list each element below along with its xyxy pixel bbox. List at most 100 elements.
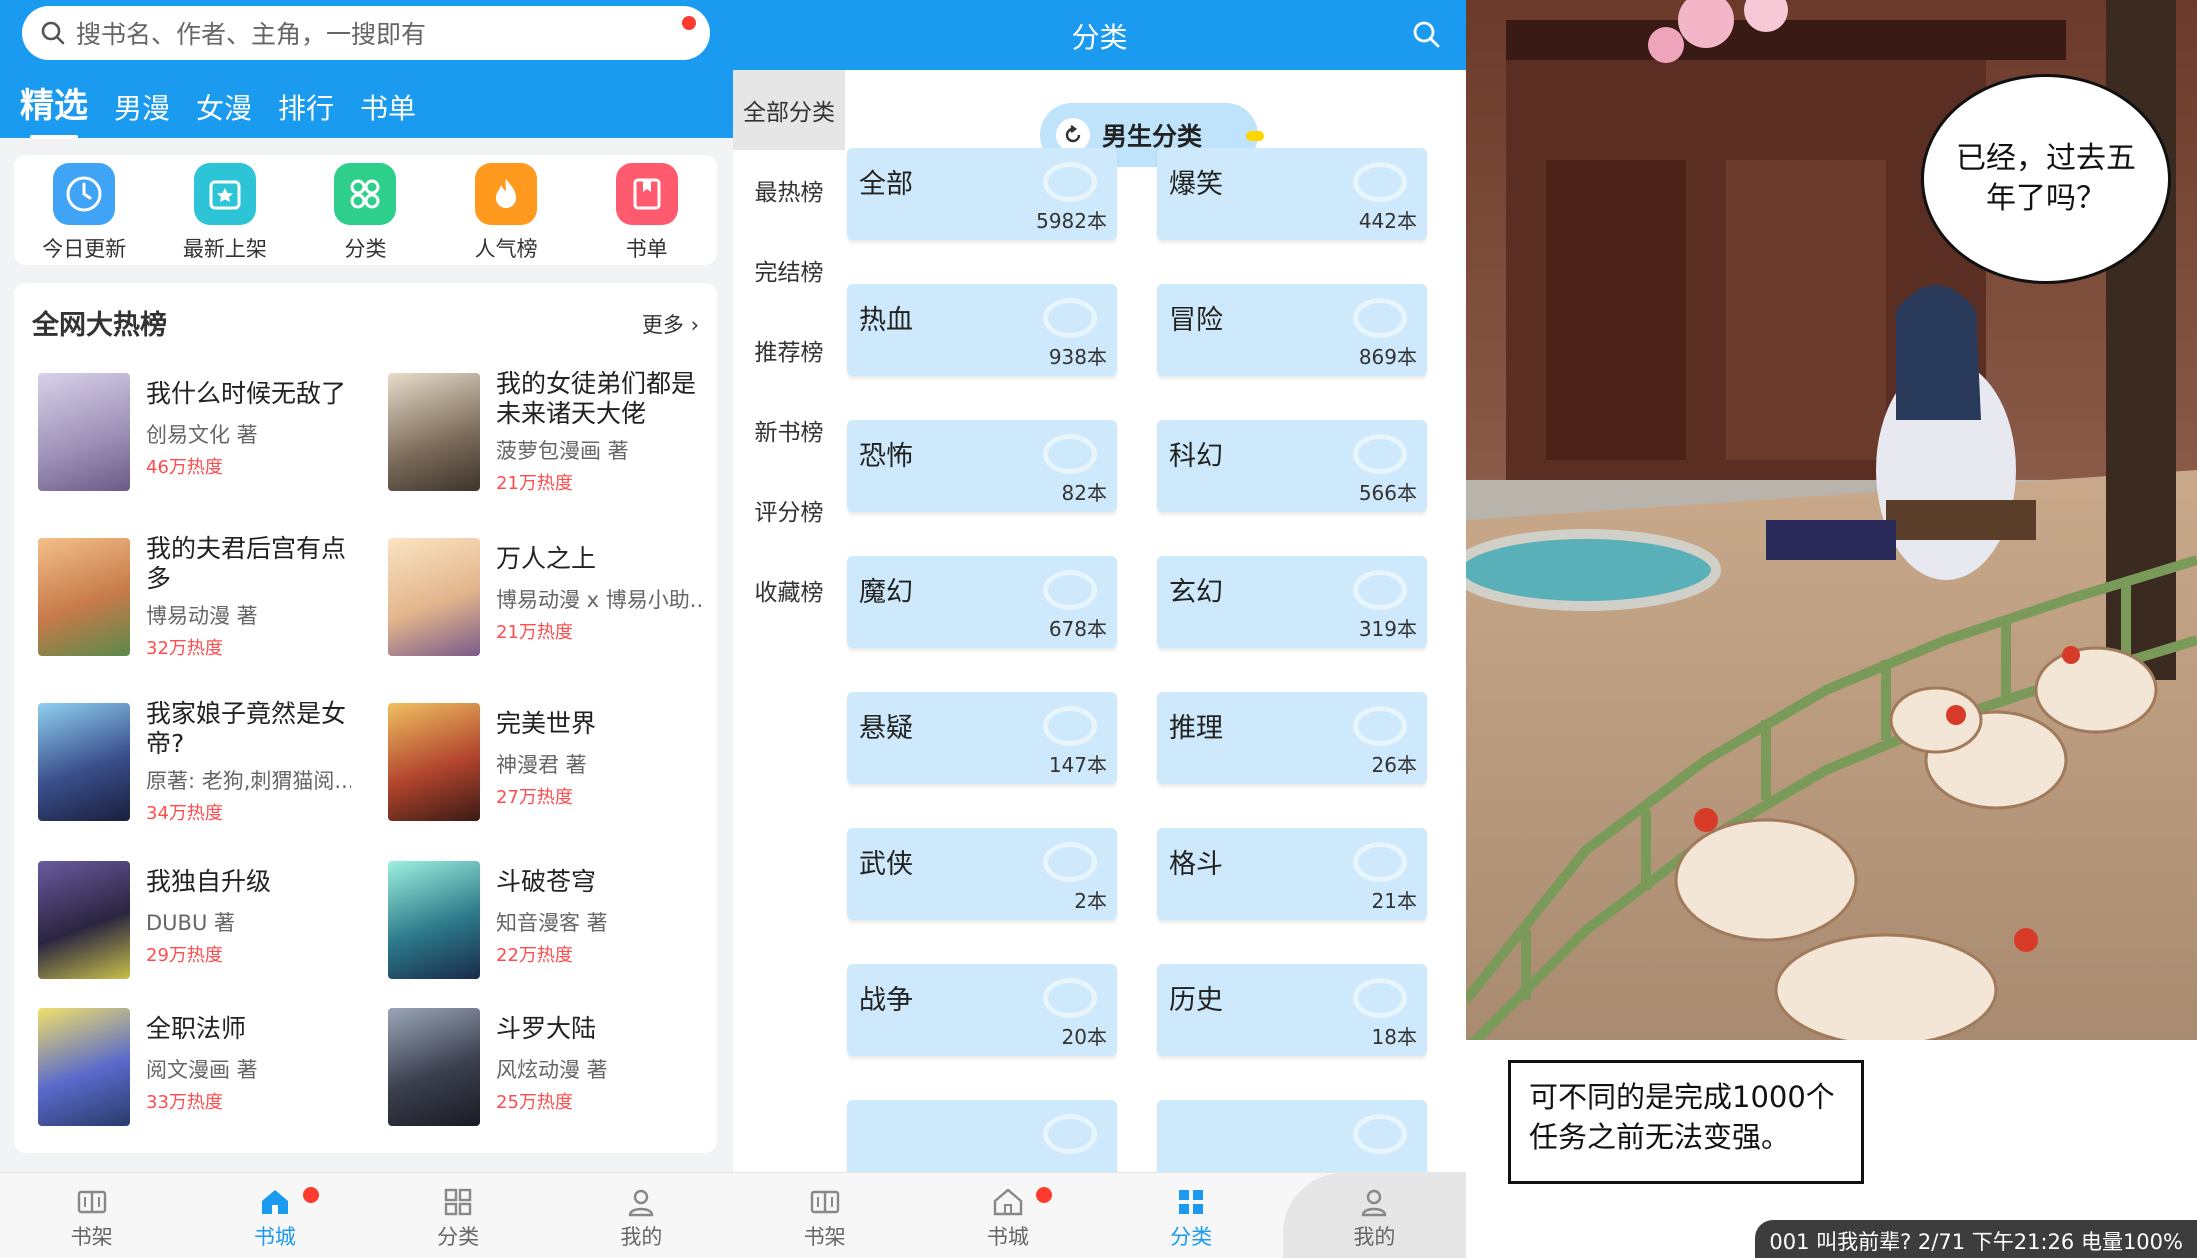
search-icon[interactable]	[1410, 18, 1442, 50]
quick-label: 今日更新	[42, 237, 127, 261]
comic-reader-screen[interactable]: 已经，过去五年了吗？ 可不同的是完成1000个任务之前无法变强。 001 叫我前…	[1466, 0, 2197, 1258]
category-card[interactable]: 武侠 2本	[847, 828, 1117, 920]
category-card[interactable]: 魔幻 678本	[847, 556, 1117, 648]
sidebar-item-new[interactable]: 新书榜	[733, 390, 845, 470]
card-decoration	[1043, 298, 1097, 338]
tab-male[interactable]: 男漫	[114, 87, 170, 127]
book-item[interactable]: 我的夫君后宫有点多 博易动漫 著 32万热度	[14, 534, 354, 668]
sidebar-item-rating[interactable]: 评分榜	[733, 470, 845, 550]
sidebar-item-all[interactable]: 全部分类	[733, 70, 845, 150]
tab-mine[interactable]: 我的	[1282, 1173, 1466, 1258]
grid-icon	[444, 1188, 472, 1216]
home-icon	[261, 1190, 288, 1214]
category-name: 悬疑	[859, 713, 913, 744]
category-sidebar: 全部分类 最热榜 完结榜 推荐榜 新书榜 评分榜 收藏榜	[733, 70, 845, 1172]
notification-dot	[302, 1187, 319, 1203]
tab-bookstore[interactable]: 书城	[916, 1173, 1099, 1258]
quick-today-update[interactable]: 今日更新	[14, 155, 155, 265]
book-item[interactable]: 我独自升级 DUBU 著 29万热度	[14, 861, 354, 991]
tab-category[interactable]: 分类	[1100, 1173, 1283, 1258]
tab-booklist[interactable]: 书单	[360, 87, 416, 127]
book-item[interactable]: 全职法师 阅文漫画 著 33万热度	[14, 1008, 354, 1138]
card-decoration	[1353, 162, 1407, 202]
sidebar-item-favorites[interactable]: 收藏榜	[733, 550, 845, 630]
card-decoration	[1043, 434, 1097, 474]
caption-text: 可不同的是完成1000个任务之前无法变强。	[1529, 1080, 1835, 1154]
category-card[interactable]: 格斗 21本	[1157, 828, 1427, 920]
more-label: 更多	[641, 313, 684, 337]
category-count: 20本	[1061, 1025, 1107, 1049]
category-card[interactable]: 推理 26本	[1157, 692, 1427, 784]
category-card[interactable]: 热血 938本	[847, 284, 1117, 376]
book-title: 完美世界	[496, 709, 597, 738]
category-card[interactable]: 玄幻 319本	[1157, 556, 1427, 648]
quick-booklist[interactable]: 书单	[576, 155, 717, 265]
book-heat: 46万热度	[146, 457, 223, 478]
card-decoration	[1353, 1114, 1407, 1154]
category-card[interactable]: 科幻 566本	[1157, 420, 1427, 512]
card-decoration	[1353, 706, 1407, 746]
book-heat: 29万热度	[146, 945, 223, 966]
category-card[interactable]: 悬疑 147本	[847, 692, 1117, 784]
tab-bookstore[interactable]: 书城	[183, 1173, 366, 1258]
tab-bookshelf[interactable]: 书架	[733, 1173, 916, 1258]
sidebar-item-completed[interactable]: 完结榜	[733, 230, 845, 310]
category-name: 热血	[859, 305, 913, 336]
category-grid-area: 男生分类 全部 5982本 爆笑 442本 热血 938本 冒险 869本 恐怖 82本 …	[845, 70, 1466, 1192]
category-card[interactable]: 战争 20本	[847, 964, 1117, 1056]
tab-mine[interactable]: 我的	[550, 1173, 733, 1258]
book-author: 博易动漫 著	[146, 604, 258, 628]
book-item[interactable]: 万人之上 博易动漫 x 博易小助... 21万热度	[364, 538, 704, 668]
grid-icon	[1179, 1190, 1204, 1214]
category-card[interactable]: 历史 18本	[1157, 964, 1427, 1056]
tab-label: 分类	[437, 1225, 480, 1249]
sidebar-item-recommended[interactable]: 推荐榜	[733, 310, 845, 390]
category-name: 武侠	[859, 849, 913, 880]
bookshelf-icon	[810, 1190, 839, 1214]
tab-label: 我的	[620, 1225, 663, 1249]
top-bar: 搜书名、作者、主角，一搜即有 精选 男漫 女漫 排行 书单	[0, 0, 733, 139]
quick-new-arrivals[interactable]: 最新上架	[155, 155, 296, 265]
category-card[interactable]: 爆笑 442本	[1157, 148, 1427, 240]
book-title: 我家娘子竟然是女帝?	[146, 699, 347, 758]
card-decoration	[1353, 434, 1407, 474]
clock-icon	[53, 163, 116, 225]
book-item[interactable]: 我家娘子竟然是女帝? 原著: 老狗,刺猬猫阅... 34万热度	[14, 699, 354, 833]
tab-ranking[interactable]: 排行	[278, 87, 334, 127]
category-card[interactable]: 恐怖 82本	[847, 420, 1117, 512]
category-count: 147本	[1048, 753, 1107, 777]
reader-status-bar: 001 叫我前辈? 2/71 下午21:26 电量100%	[1755, 1220, 2197, 1258]
switch-icon	[1056, 118, 1090, 152]
book-item[interactable]: 我的女徒弟们都是未来诸天大佬 菠萝包漫画 著 21万热度	[364, 369, 704, 503]
book-item[interactable]: 我什么时候无敌了 创易文化 著 46万热度	[14, 373, 354, 503]
more-link[interactable]: 更多 ›	[642, 309, 699, 339]
category-card[interactable]: 冒险 869本	[1157, 284, 1427, 376]
quick-label: 分类	[344, 237, 387, 261]
quick-categories[interactable]: 分类	[295, 155, 436, 265]
book-item[interactable]: 完美世界 神漫君 著 27万热度	[364, 703, 704, 833]
book-heat: 25万热度	[496, 1092, 573, 1113]
tab-bookshelf[interactable]: 书架	[0, 1173, 183, 1258]
book-cover	[38, 703, 130, 821]
book-item[interactable]: 斗罗大陆 风炫动漫 著 25万热度	[364, 1008, 704, 1138]
book-cover	[38, 861, 130, 979]
category-name: 冒险	[1169, 305, 1223, 336]
tab-female[interactable]: 女漫	[196, 87, 252, 127]
tab-label: 书架	[803, 1225, 846, 1249]
quick-popularity[interactable]: 人气榜	[436, 155, 577, 265]
search-input[interactable]: 搜书名、作者、主角，一搜即有	[22, 6, 710, 60]
bottom-tabbar: 书架 书城 分类 我的	[733, 1172, 1466, 1258]
notification-dot	[682, 16, 696, 30]
book-title: 我的夫君后宫有点多	[146, 534, 347, 593]
sidebar-item-hottest[interactable]: 最热榜	[733, 150, 845, 230]
book-author: 博易动漫 x 博易小助...	[496, 588, 701, 612]
category-card[interactable]: 全部 5982本	[847, 148, 1117, 240]
category-screen: 分类 全部分类 最热榜 完结榜 推荐榜 新书榜 评分榜 收藏榜 男生分类 全部 5…	[733, 0, 1466, 1258]
book-item[interactable]: 斗破苍穹 知音漫客 著 22万热度	[364, 861, 704, 991]
category-count: 18本	[1371, 1025, 1417, 1049]
bookmark-icon	[615, 163, 678, 225]
tab-category[interactable]: 分类	[367, 1173, 550, 1258]
book-heat: 21万热度	[496, 622, 573, 643]
tab-featured[interactable]: 精选	[20, 78, 88, 139]
book-cover	[388, 538, 480, 656]
